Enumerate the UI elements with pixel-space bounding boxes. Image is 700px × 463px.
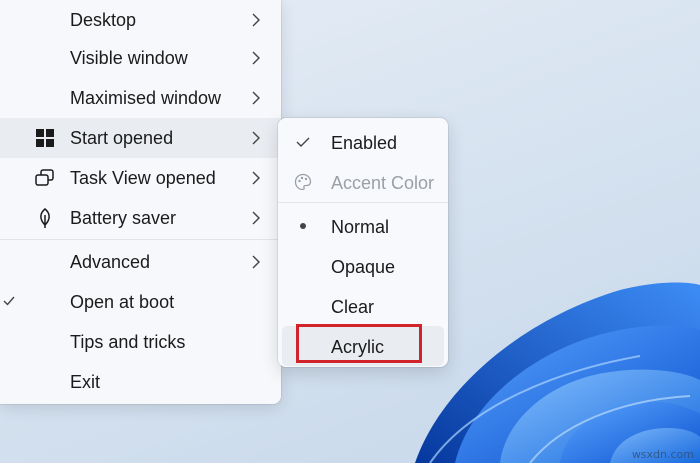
submenu-item-accent-color[interactable]: Accent Color: [278, 162, 448, 202]
tray-context-menu: Desktop Visible window Maximised window …: [0, 0, 281, 404]
submenu-item-enabled[interactable]: Enabled: [278, 122, 448, 162]
leaf-icon: [40, 208, 50, 228]
bullet-icon: [300, 223, 306, 229]
chevron-right-icon: [252, 131, 260, 145]
submenu-item-clear[interactable]: Clear: [278, 286, 448, 326]
submenu-separator: [278, 202, 448, 203]
menu-item-battery-saver[interactable]: Battery saver: [0, 198, 281, 238]
submenu-item-label: Enabled: [331, 133, 398, 153]
checkmark-icon: [296, 137, 310, 147]
menu-item-label: Open at boot: [70, 292, 175, 312]
menu-item-start-opened[interactable]: Start opened: [0, 118, 281, 158]
menu-item-label: Tips and tricks: [70, 332, 186, 352]
menu-item-tips-and-tricks[interactable]: Tips and tricks: [0, 322, 281, 362]
menu-item-label: Advanced: [70, 252, 151, 272]
menu-item-label: Exit: [70, 372, 101, 392]
menu-item-open-at-boot[interactable]: Open at boot: [0, 282, 281, 322]
chevron-right-icon: [252, 255, 260, 269]
submenu-item-label: Opaque: [331, 257, 396, 277]
menu-item-label: Start opened: [70, 128, 174, 148]
menu-item-task-view-opened[interactable]: Task View opened: [0, 158, 281, 198]
checkmark-icon: [3, 296, 15, 306]
chevron-right-icon: [252, 211, 260, 225]
chevron-right-icon: [252, 91, 260, 105]
menu-item-maximised-window[interactable]: Maximised window: [0, 78, 281, 118]
chevron-right-icon: [252, 13, 260, 27]
chevron-right-icon: [252, 171, 260, 185]
menu-item-label: Battery saver: [70, 208, 177, 228]
watermark: wsxdn.com: [631, 448, 694, 461]
task-view-icon: [35, 169, 54, 186]
submenu-item-label: Normal: [331, 217, 390, 237]
menu-item-exit[interactable]: Exit: [0, 362, 281, 402]
menu-item-label: Task View opened: [70, 168, 216, 188]
menu-item-label: Visible window: [70, 48, 188, 68]
submenu-item-normal[interactable]: Normal: [278, 206, 448, 246]
menu-item-visible-window[interactable]: Visible window: [0, 38, 281, 78]
submenu-item-label: Clear: [331, 297, 375, 317]
windows-logo-icon: [36, 129, 54, 147]
red-annotation-box: [296, 324, 422, 363]
submenu-item-opaque[interactable]: Opaque: [278, 246, 448, 286]
menu-item-label: Maximised window: [70, 88, 222, 108]
submenu-item-label: Accent Color: [331, 173, 435, 193]
menu-separator: [0, 239, 281, 240]
menu-item-desktop[interactable]: Desktop: [0, 0, 281, 40]
menu-item-advanced[interactable]: Advanced: [0, 242, 281, 282]
palette-icon: [294, 173, 312, 191]
menu-item-label: Desktop: [70, 10, 137, 30]
chevron-right-icon: [252, 51, 260, 65]
